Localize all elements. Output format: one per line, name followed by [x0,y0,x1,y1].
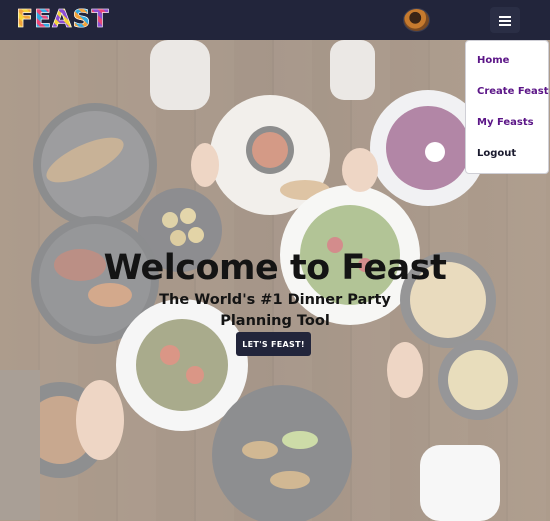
menu-item-my-feasts[interactable]: My Feasts [466,113,548,144]
navbar: FEAST [0,0,550,40]
lets-feast-button[interactable]: LET'S FEAST! [236,332,311,356]
logo-letter: E [34,4,52,33]
hamburger-line [499,20,511,22]
logo-letter: S [72,4,91,33]
menu-item-home[interactable]: Home [466,51,548,82]
feast-logo[interactable]: FEAST [16,4,109,33]
nav-dropdown-menu: Home Create Feast My Feasts Logout [465,40,549,174]
hamburger-menu-icon[interactable] [490,7,520,33]
menu-item-logout[interactable]: Logout [466,144,548,175]
hero-subtitle: The World's #1 Dinner Party Planning Too… [159,292,391,329]
user-avatar-icon[interactable] [403,8,430,32]
hamburger-line [499,16,511,18]
hero-title: Welcome to Feast [103,248,447,288]
menu-item-create-feast[interactable]: Create Feast [466,82,549,113]
logo-letter: A [52,4,72,33]
logo-letter: F [16,4,34,33]
hamburger-line [499,24,511,26]
logo-letter: T [91,4,109,33]
